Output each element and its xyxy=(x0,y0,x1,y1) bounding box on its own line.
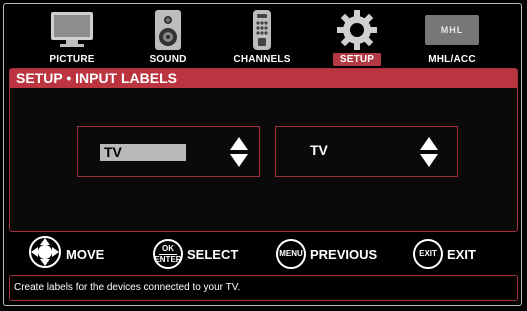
help-previous: MENU PREVIOUS xyxy=(276,236,377,272)
menu-label-channels: CHANNELS xyxy=(233,54,291,65)
panel-title: SETUP • INPUT LABELS xyxy=(10,69,517,88)
mhl-logo-icon: MHL xyxy=(410,8,494,52)
help-exit-label: EXIT xyxy=(447,246,476,262)
button-help-row: MOVE OK ENTER SELECT MENU PREVIOUS EXIT … xyxy=(18,235,508,274)
help-select: OK ENTER SELECT xyxy=(153,236,238,272)
menu-text: MENU xyxy=(279,249,303,258)
exit-button-icon: EXIT xyxy=(413,239,443,269)
enter-text: ENTER xyxy=(154,254,182,264)
dpad-icon xyxy=(28,235,62,274)
menu-label-mhl-acc: MHL/ACC xyxy=(428,54,476,65)
mhl-logo-text: MHL xyxy=(440,25,464,35)
menu-button-icon: MENU xyxy=(276,239,306,269)
menu-label-setup: SETUP xyxy=(333,53,381,66)
help-previous-label: PREVIOUS xyxy=(310,246,378,262)
menu-item-mhl-acc[interactable]: MHL MHL/ACC xyxy=(410,6,494,66)
status-text: Create labels for the devices connected … xyxy=(14,282,241,293)
input-label-field[interactable]: TV xyxy=(275,126,458,177)
input-source-field[interactable]: TV xyxy=(77,126,260,177)
help-move-label: MOVE xyxy=(66,246,105,262)
speaker-icon xyxy=(126,8,210,52)
ok-text: OK xyxy=(162,243,174,253)
up-arrow-icon[interactable] xyxy=(420,137,438,150)
menu-item-picture[interactable]: PICTURE xyxy=(30,6,114,66)
status-bar: Create labels for the devices connected … xyxy=(9,275,518,301)
help-select-label: SELECT xyxy=(187,246,239,262)
remote-icon xyxy=(220,8,304,52)
down-arrow-icon[interactable] xyxy=(230,154,248,167)
menu-item-sound[interactable]: SOUND xyxy=(126,6,210,66)
input-source-value[interactable]: TV xyxy=(100,144,186,161)
ok-enter-button-icon: OK ENTER xyxy=(153,239,183,269)
input-labels-panel: SETUP • INPUT LABELS TV TV xyxy=(9,68,518,232)
menu-item-channels[interactable]: CHANNELS xyxy=(220,6,304,66)
input-label-value: TV xyxy=(310,142,328,158)
gear-icon xyxy=(315,8,399,52)
main-menu-bar: PICTURE SOUND CHANNELS SETUP MHL MHL/ACC xyxy=(30,6,500,68)
help-exit: EXIT EXIT xyxy=(413,236,476,272)
exit-btn-text: EXIT xyxy=(419,249,437,258)
menu-label-picture: PICTURE xyxy=(49,54,95,65)
help-move: MOVE xyxy=(28,235,105,274)
menu-label-sound: SOUND xyxy=(149,54,187,65)
down-arrow-icon[interactable] xyxy=(420,154,438,167)
picture-icon xyxy=(30,8,114,52)
menu-item-setup[interactable]: SETUP xyxy=(315,6,399,66)
up-arrow-icon[interactable] xyxy=(230,137,248,150)
